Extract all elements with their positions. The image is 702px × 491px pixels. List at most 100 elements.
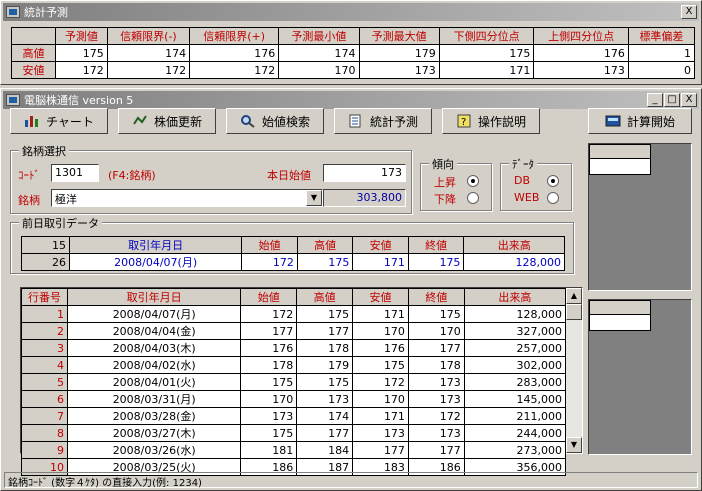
stats-window: 統計予測 X 予測値 信頼限界(-) 信頼限界(+) 予測最小値 予測最大値 下… — [0, 0, 702, 85]
stats-cell: 173 — [358, 61, 440, 79]
table-cell: 184 — [296, 441, 354, 459]
close-icon[interactable]: X — [681, 5, 697, 19]
table-row[interactable]: 4 2008/04/02(水) 178 179 175 178 302,000 — [21, 356, 567, 374]
stats-title: 統計予測 — [24, 6, 68, 19]
table-row[interactable]: 6 2008/03/31(月) 170 173 170 173 145,000 — [21, 390, 567, 408]
history-header: 始値 — [240, 288, 298, 306]
table-cell: 170 — [352, 390, 409, 408]
minimize-icon[interactable]: _ — [647, 93, 663, 107]
open-search-label: 始値検索 — [261, 114, 310, 129]
history-scrollbar[interactable]: ▲ ▼ — [566, 288, 582, 453]
side-panel-bottom — [588, 299, 692, 455]
main-title: 電脳株通信 version 5 — [24, 94, 134, 107]
stats-header: 信頼限界(-) — [106, 27, 191, 45]
trend-up-label: 上昇 — [434, 176, 456, 189]
table-cell: 178 — [240, 356, 298, 374]
scroll-down-icon[interactable]: ▼ — [566, 437, 582, 453]
stats-header: 予測最小値 — [278, 27, 360, 45]
table-cell: 176 — [352, 339, 409, 357]
trend-down-radio[interactable] — [467, 192, 479, 204]
open-price-label: 本日始値 — [267, 169, 311, 182]
stock-name-select[interactable]: 極洋 ▼ — [51, 189, 323, 207]
table-cell: 175 — [352, 356, 409, 374]
prev-header: 始値 — [241, 236, 298, 254]
prev-header: 終値 — [407, 236, 465, 254]
update-icon — [132, 114, 148, 128]
stats-cell: 0 — [627, 61, 696, 79]
side-cell[interactable] — [589, 158, 651, 175]
row-number: 3 — [21, 339, 68, 357]
table-row[interactable]: 9 2008/03/26(水) 181 184 177 177 273,000 — [21, 441, 567, 459]
table-cell: 211,000 — [463, 407, 567, 425]
table-row[interactable]: 8 2008/03/27(木) 175 177 173 173 244,000 — [21, 424, 567, 442]
table-row[interactable]: 5 2008/04/01(火) 175 175 172 173 283,000 — [21, 373, 567, 391]
chart-button[interactable]: チャート — [10, 108, 108, 134]
stats-cell: 174 — [106, 44, 191, 62]
volume-field: 303,800 — [323, 189, 406, 207]
table-cell: 175 — [407, 305, 465, 323]
search-icon — [240, 114, 256, 128]
open-price-field: 173 — [323, 164, 406, 182]
maximize-icon[interactable]: □ — [664, 93, 680, 107]
web-radio[interactable] — [547, 192, 559, 204]
prev-cell: 26 — [21, 253, 70, 271]
stats-header: 予測最大値 — [358, 27, 440, 45]
dropdown-arrow-icon[interactable]: ▼ — [306, 190, 322, 206]
table-cell: 176 — [240, 339, 298, 357]
table-cell: 2008/04/02(水) — [66, 356, 242, 374]
main-titlebar[interactable]: 電脳株通信 version 5 _ □ X — [3, 91, 699, 109]
db-radio[interactable] — [547, 175, 559, 187]
table-cell: 178 — [407, 356, 465, 374]
stats-cell: 174 — [278, 44, 360, 62]
stats-forecast-button[interactable]: 統計予測 — [334, 108, 432, 134]
table-row[interactable]: 3 2008/04/03(木) 176 178 176 177 257,000 — [21, 339, 567, 357]
table-cell: 2008/04/01(火) — [66, 373, 242, 391]
prev-header: 安値 — [352, 236, 409, 254]
table-row[interactable]: 7 2008/03/28(金) 173 174 171 172 211,000 — [21, 407, 567, 425]
stats-row-low: 安値 172 172 172 170 173 171 173 0 — [11, 61, 696, 79]
row-number: 7 — [21, 407, 68, 425]
chart-icon — [24, 114, 40, 128]
stats-cell: 170 — [278, 61, 360, 79]
table-cell: 173 — [407, 373, 465, 391]
help-button[interactable]: ? 操作説明 — [442, 108, 540, 134]
table-cell: 171 — [352, 305, 409, 323]
svg-text:?: ? — [461, 117, 466, 128]
table-cell: 178 — [296, 339, 354, 357]
close-icon[interactable]: X — [681, 93, 697, 107]
table-cell: 173 — [240, 407, 298, 425]
trend-down-label: 下降 — [434, 193, 456, 206]
table-row[interactable]: 1 2008/04/07(月) 172 175 171 175 128,000 — [21, 305, 567, 323]
row-number: 4 — [21, 356, 68, 374]
table-cell: 170 — [240, 390, 298, 408]
stats-titlebar[interactable]: 統計予測 X — [3, 3, 699, 21]
table-row[interactable]: 2 2008/04/04(金) 177 177 170 170 327,000 — [21, 322, 567, 340]
update-label: 株価更新 — [153, 114, 202, 129]
calc-icon — [605, 114, 621, 128]
prev-cell: 171 — [352, 253, 409, 271]
stats-cell: 175 — [55, 44, 108, 62]
chart-label: チャート — [46, 114, 94, 129]
table-cell: 173 — [296, 390, 354, 408]
table-cell: 175 — [240, 424, 298, 442]
side-cell[interactable] — [589, 314, 651, 331]
stats-cell: 176 — [533, 44, 629, 62]
row-number: 9 — [21, 441, 68, 459]
history-header: 終値 — [407, 288, 465, 306]
status-bar: 銘柄ｺｰﾄﾞ (数字４ｹﾀ) の直接入力(例: 1234) — [4, 472, 698, 489]
update-prices-button[interactable]: 株価更新 — [118, 108, 216, 134]
table-cell: 179 — [296, 356, 354, 374]
start-calc-button[interactable]: 計算開始 — [588, 108, 692, 134]
stats-header: 予測値 — [55, 27, 108, 45]
group-title: 前日取引データ — [19, 215, 102, 231]
code-input[interactable]: 1301 — [51, 164, 99, 182]
stats-icon — [348, 114, 364, 128]
help-label: 操作説明 — [477, 114, 526, 129]
history-table[interactable]: 行番号 取引年月日 始値 高値 安値 終値 出来高 1 2008/04/07(月)… — [21, 288, 567, 476]
prev-cell: 128,000 — [463, 253, 565, 271]
scroll-thumb[interactable] — [566, 304, 582, 320]
trend-up-radio[interactable] — [467, 175, 479, 187]
open-search-button[interactable]: 始値検索 — [226, 108, 324, 134]
table-cell: 173 — [352, 424, 409, 442]
scroll-up-icon[interactable]: ▲ — [566, 288, 582, 304]
